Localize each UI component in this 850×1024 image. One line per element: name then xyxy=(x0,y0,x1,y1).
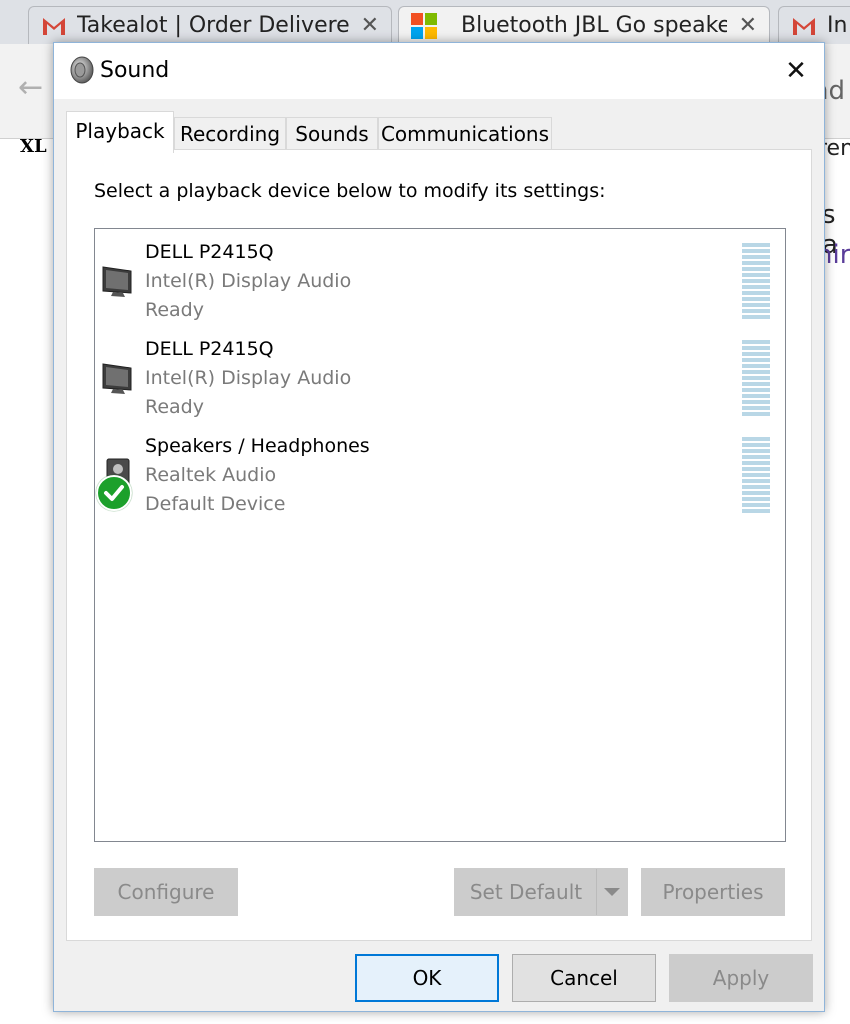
device-name: DELL P2415Q xyxy=(145,241,274,263)
speaker-icon xyxy=(70,56,94,84)
set-default-button[interactable]: Set Default xyxy=(454,868,628,916)
dialog-titlebar[interactable]: Sound ✕ xyxy=(54,43,824,99)
device-name: Speakers / Headphones xyxy=(145,435,370,457)
ok-button[interactable]: OK xyxy=(355,954,499,1002)
browser-tab-title: Bluetooth JBL Go speaker xyxy=(461,13,727,38)
level-meter xyxy=(742,340,770,418)
browser-tab-title: Takealot | Order Delivered xyxy=(77,13,349,38)
tab-recording[interactable]: Recording xyxy=(174,117,286,151)
microsoft-logo-icon xyxy=(411,13,437,39)
device-name: DELL P2415Q xyxy=(145,338,274,360)
browser-tab-takealot[interactable]: Takealot | Order Delivered ✕ xyxy=(28,6,392,44)
device-description: Intel(R) Display Audio xyxy=(145,367,352,389)
device-list[interactable]: DELL P2415Q Intel(R) Display Audio Ready… xyxy=(94,228,786,842)
browser-tab-gmail[interactable]: In xyxy=(778,6,850,44)
sound-dialog: Sound ✕ Playback Recording Sounds Commun… xyxy=(53,42,825,1012)
device-item[interactable]: Speakers / Headphones Realtek Audio Defa… xyxy=(95,429,785,521)
close-icon[interactable]: ✕ xyxy=(739,7,757,44)
monitor-icon xyxy=(102,266,132,297)
gmail-icon xyxy=(43,18,65,35)
configure-button[interactable]: Configure xyxy=(94,868,238,916)
device-status: Default Device xyxy=(145,493,286,515)
monitor-icon xyxy=(102,363,132,394)
back-arrow-icon[interactable]: ← xyxy=(18,70,43,105)
level-meter xyxy=(742,243,770,321)
device-description: Realtek Audio xyxy=(145,464,277,486)
close-icon[interactable]: ✕ xyxy=(778,53,814,89)
gmail-icon xyxy=(793,18,815,35)
set-default-label: Set Default xyxy=(469,880,583,904)
cancel-button[interactable]: Cancel xyxy=(512,954,656,1002)
tab-playback[interactable]: Playback xyxy=(66,111,174,153)
playback-panel: Select a playback device below to modify… xyxy=(66,149,812,941)
bookmark-fragment[interactable]: XL xyxy=(20,136,47,157)
device-status: Ready xyxy=(145,396,204,418)
tab-sounds[interactable]: Sounds xyxy=(286,117,378,151)
apply-button[interactable]: Apply xyxy=(669,954,813,1002)
device-description: Intel(R) Display Audio xyxy=(145,270,352,292)
dialog-title: Sound xyxy=(100,58,170,83)
tab-communications[interactable]: Communications xyxy=(378,117,552,151)
instruction-text: Select a playback device below to modify… xyxy=(94,180,606,202)
close-icon[interactable]: ✕ xyxy=(361,7,379,44)
device-item[interactable]: DELL P2415Q Intel(R) Display Audio Ready xyxy=(95,332,785,424)
device-item[interactable]: DELL P2415Q Intel(R) Display Audio Ready xyxy=(95,235,785,327)
browser-tab-title: In xyxy=(827,13,848,38)
chevron-down-icon[interactable] xyxy=(596,869,627,915)
device-status: Ready xyxy=(145,299,204,321)
browser-tab-bluetooth[interactable]: Bluetooth JBL Go speaker ✕ xyxy=(398,6,770,44)
default-device-check-icon xyxy=(96,475,132,511)
level-meter xyxy=(742,437,770,515)
properties-button[interactable]: Properties xyxy=(641,868,785,916)
browser-tabstrip: Takealot | Order Delivered ✕ Bluetooth J… xyxy=(0,0,850,44)
